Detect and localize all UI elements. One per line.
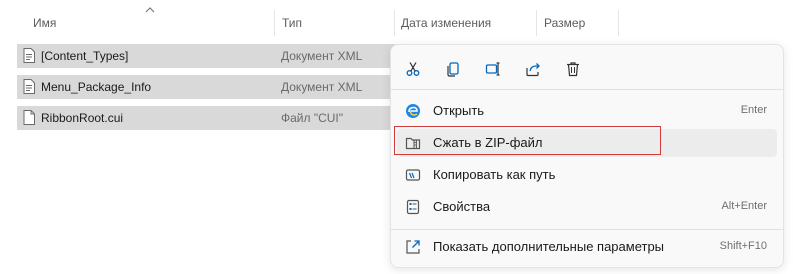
column-type[interactable]: Тип [282, 16, 302, 30]
menu-item-properties[interactable]: Свойства Alt+Enter [397, 193, 777, 221]
context-menu: Открыть Enter Сжать в ZIP-файл Копироват… [390, 44, 784, 268]
copy-icon[interactable] [441, 57, 465, 81]
xml-file-icon [23, 48, 35, 63]
column-divider[interactable] [536, 10, 537, 36]
delete-icon[interactable] [561, 57, 585, 81]
file-icon [23, 110, 35, 125]
file-type: Документ XML [281, 49, 363, 63]
menu-item-show-more-options[interactable]: Показать дополнительные параметры Shift+… [397, 233, 777, 261]
file-type: Документ XML [281, 80, 363, 94]
column-name[interactable]: Имя [33, 16, 56, 30]
file-row[interactable]: [Content_Types] Документ XML [17, 44, 397, 68]
menu-item-copy-as-path[interactable]: Копировать как путь [397, 161, 777, 189]
highlight-box [394, 126, 661, 155]
shortcut-label: Alt+Enter [721, 200, 767, 212]
menu-item-label: Свойства [433, 199, 491, 214]
column-divider[interactable] [394, 10, 395, 36]
menu-item-label: Копировать как путь [433, 167, 556, 182]
copy-path-icon [405, 167, 421, 183]
menu-separator [391, 229, 783, 230]
file-name: Menu_Package_Info [41, 80, 152, 94]
menu-item-label: Открыть [433, 103, 485, 118]
file-row[interactable]: Menu_Package_Info Документ XML [17, 75, 397, 99]
menu-separator [391, 89, 783, 90]
shortcut-label: Shift+F10 [719, 240, 767, 252]
column-size[interactable]: Размер [544, 16, 585, 30]
file-name: [Content_Types] [41, 49, 129, 63]
column-header: Имя Тип Дата изменения Размер [0, 0, 793, 40]
menu-item-open[interactable]: Открыть Enter [397, 97, 777, 125]
edge-browser-icon [405, 103, 421, 119]
xml-file-icon [23, 79, 35, 94]
column-divider[interactable] [274, 10, 275, 36]
cut-icon[interactable] [401, 57, 425, 81]
more-options-icon [405, 239, 421, 255]
file-row[interactable]: RibbonRoot.cui Файл "CUI" [17, 106, 397, 130]
properties-icon [405, 199, 421, 215]
sort-ascending-icon[interactable] [145, 6, 155, 14]
column-divider[interactable] [618, 10, 619, 36]
column-date[interactable]: Дата изменения [401, 16, 491, 30]
share-icon[interactable] [521, 57, 545, 81]
file-name: RibbonRoot.cui [41, 111, 124, 125]
file-type: Файл "CUI" [281, 111, 344, 125]
rename-icon[interactable] [481, 57, 505, 81]
menu-item-label: Показать дополнительные параметры [433, 239, 665, 254]
shortcut-label: Enter [740, 104, 767, 116]
